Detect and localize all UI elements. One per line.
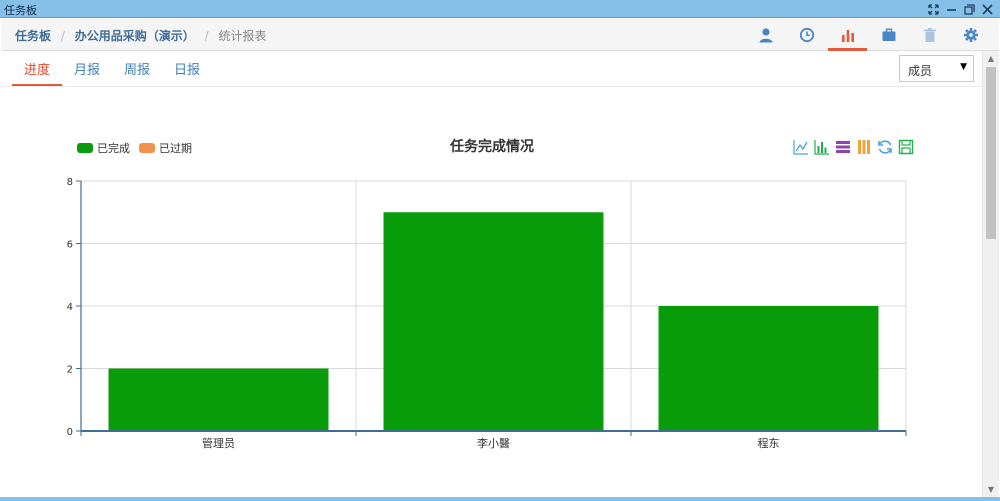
bar-chart: 0 2 4 6 8 管理员 李小醫 程东 xyxy=(67,177,907,450)
scroll-up-icon[interactable]: ▲ xyxy=(983,51,999,67)
y-tick-label: 8 xyxy=(67,177,73,188)
window-bottom-border xyxy=(0,497,1000,501)
bar-2 xyxy=(383,212,604,431)
y-tick-label: 6 xyxy=(67,240,73,251)
scrollbar-thumb[interactable] xyxy=(986,67,996,239)
x-tick-label: 管理员 xyxy=(202,436,235,450)
bar-1 xyxy=(108,368,329,431)
x-tick-label: 李小醫 xyxy=(477,436,510,450)
chart-bars xyxy=(108,212,879,431)
y-tick-label: 4 xyxy=(67,302,73,313)
vertical-scrollbar[interactable]: ▲ ▼ xyxy=(982,51,999,498)
x-tick-label: 程东 xyxy=(758,437,780,450)
scroll-down-icon[interactable]: ▼ xyxy=(983,482,999,498)
y-tick-label: 2 xyxy=(67,365,73,376)
y-tick-label: 0 xyxy=(67,427,73,438)
bar-3 xyxy=(658,306,879,431)
